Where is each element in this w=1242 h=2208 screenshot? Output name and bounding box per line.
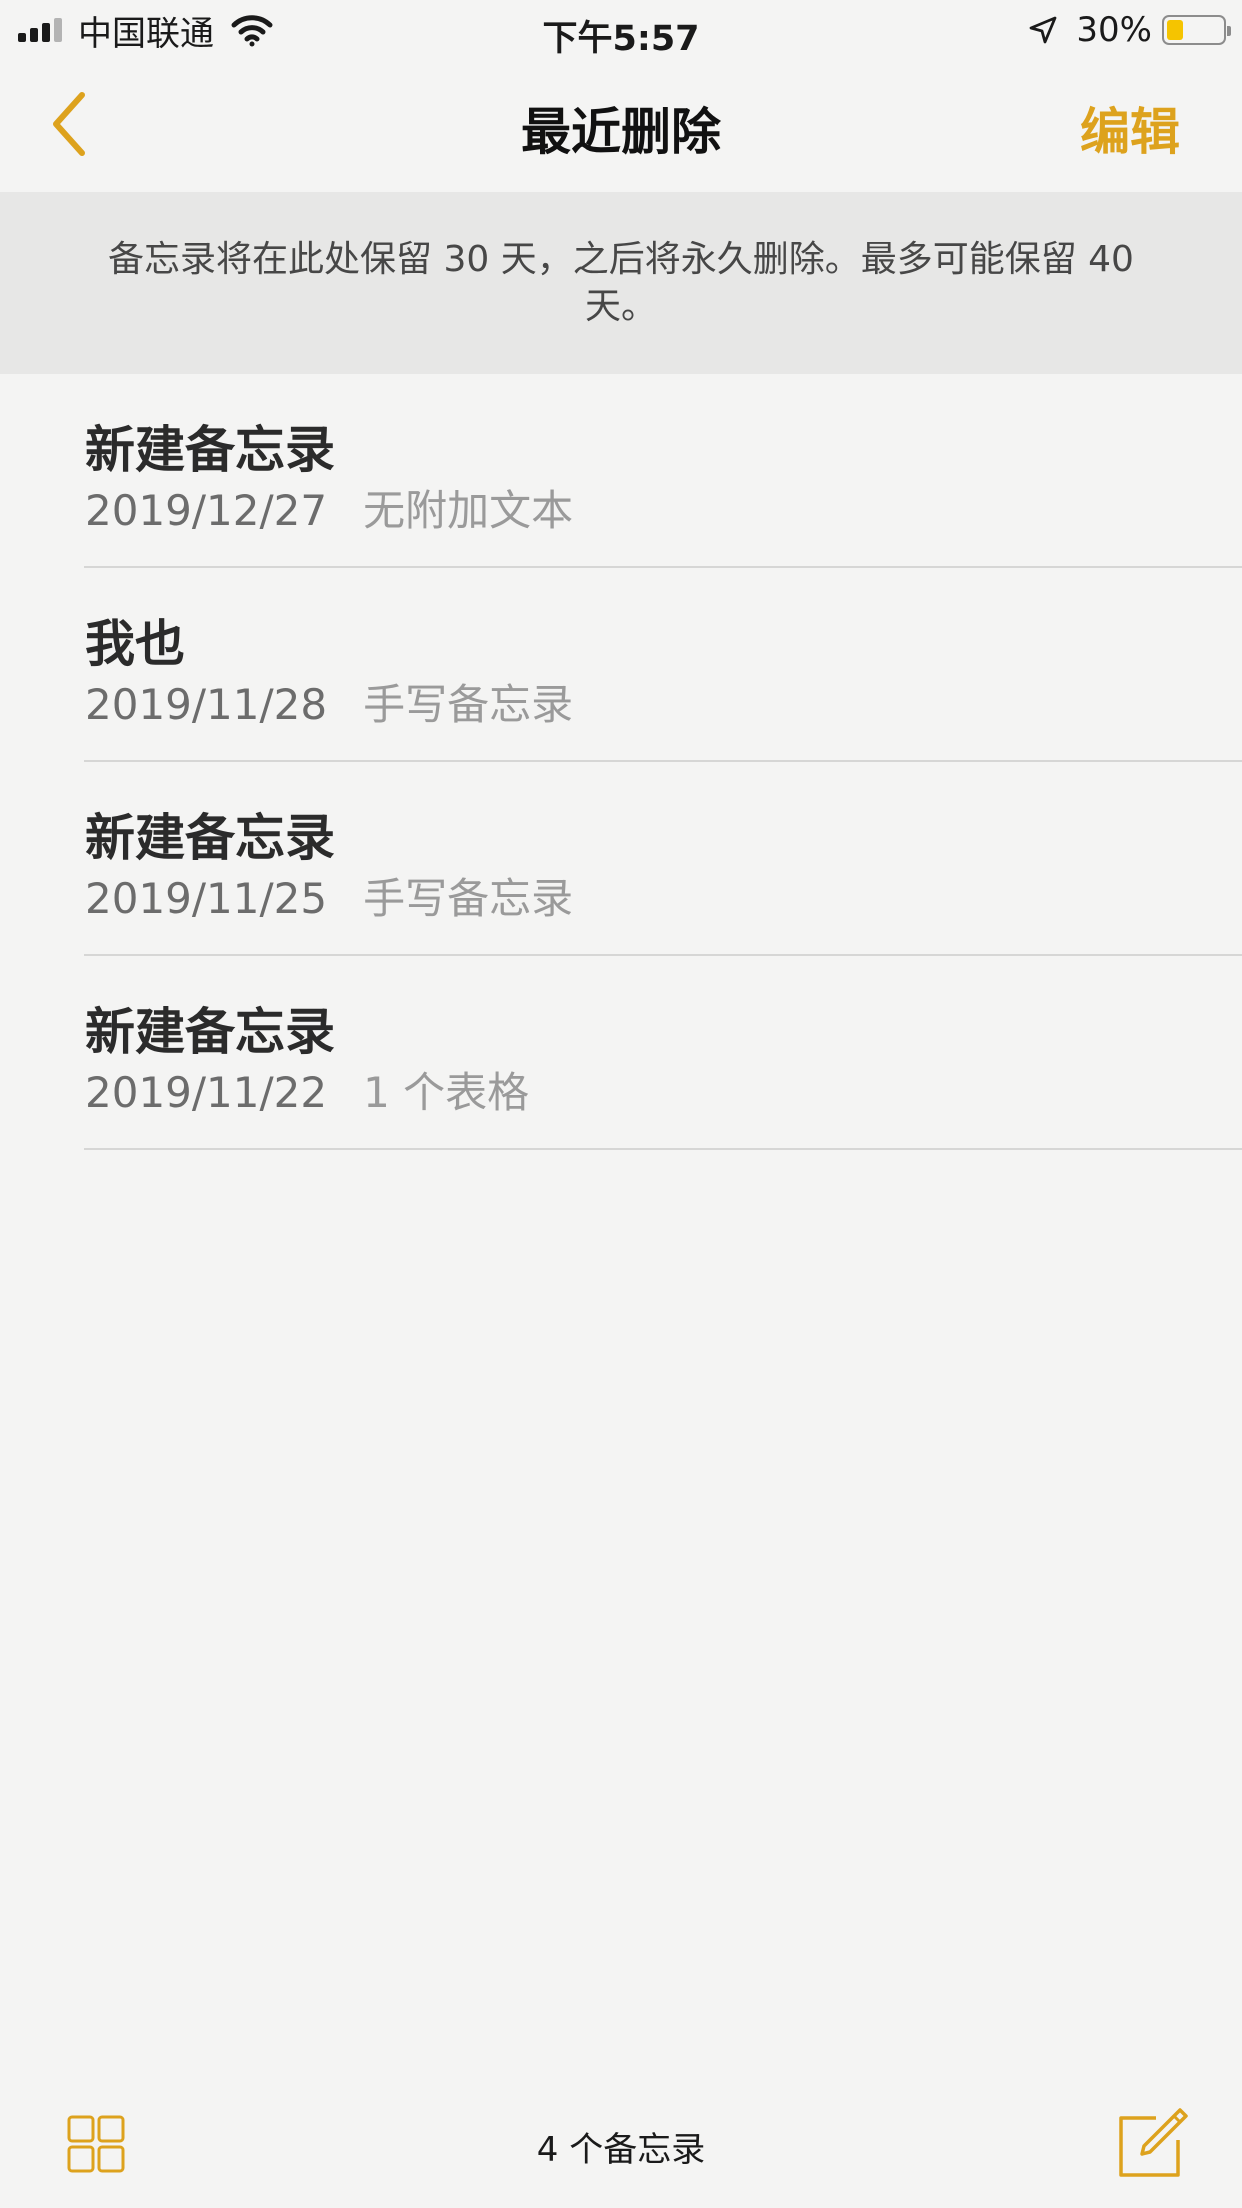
compose-icon [1119,2108,1188,2177]
note-description: 无附加文本 [363,486,574,535]
status-bar: 中国联通 下午5:57 30% [0,0,1242,60]
note-count: 4 个备忘录 [536,2130,706,2170]
status-bar-right: 30% [1028,10,1231,50]
note-date: 2019/12/27 [85,486,328,535]
note-title: 新建备忘录 [85,421,335,479]
note-title: 新建备忘录 [85,1003,335,1061]
retention-info-banner: 备忘录将在此处保留 30 天，之后将永久删除。最多可能保留 40 天。 [0,192,1242,374]
note-title: 我也 [85,615,185,673]
location-arrow-icon [1030,16,1057,44]
page-title: 最近删除 [521,103,721,161]
battery-level-fill [1167,20,1183,40]
note-description: 手写备忘录 [363,680,574,729]
retention-info-text: 备忘录将在此处保留 30 天，之后将永久删除。最多可能保留 40 天。 [108,239,1134,327]
note-meta: 2019/11/25 手写备忘录 [85,865,573,926]
note-meta: 2019/12/27 无附加文本 [85,477,573,538]
bottom-toolbar: 4 个备忘录 [0,2090,1242,2190]
note-description: 手写备忘录 [363,874,574,923]
note-date: 2019/11/25 [85,874,328,923]
list-item[interactable]: 我也 2019/11/28 手写备忘录 [0,568,1242,762]
list-item[interactable]: 新建备忘录 2019/11/25 手写备忘录 [0,762,1242,956]
note-description: 1 个表格 [363,1068,530,1117]
compose-button[interactable] [1116,2104,1192,2180]
battery-cap [1227,26,1231,36]
list-item[interactable]: 新建备忘录 2019/11/22 1 个表格 [0,956,1242,1150]
navigation-bar: 最近删除 编辑 [0,60,1242,192]
list-item[interactable]: 新建备忘录 2019/12/27 无附加文本 [0,374,1242,568]
deleted-notes-list: 新建备忘录 2019/12/27 无附加文本 我也 2019/11/28 手写备忘录… [0,374,1242,1150]
note-date: 2019/11/22 [85,1068,328,1117]
battery-percent: 30% [1076,10,1152,50]
note-meta: 2019/11/28 手写备忘录 [85,671,573,732]
edit-button[interactable]: 编辑 [1080,92,1180,164]
note-meta: 2019/11/22 1 个表格 [85,1059,529,1120]
note-title: 新建备忘录 [85,809,335,867]
battery-icon [1162,15,1231,45]
note-date: 2019/11/28 [85,680,328,729]
